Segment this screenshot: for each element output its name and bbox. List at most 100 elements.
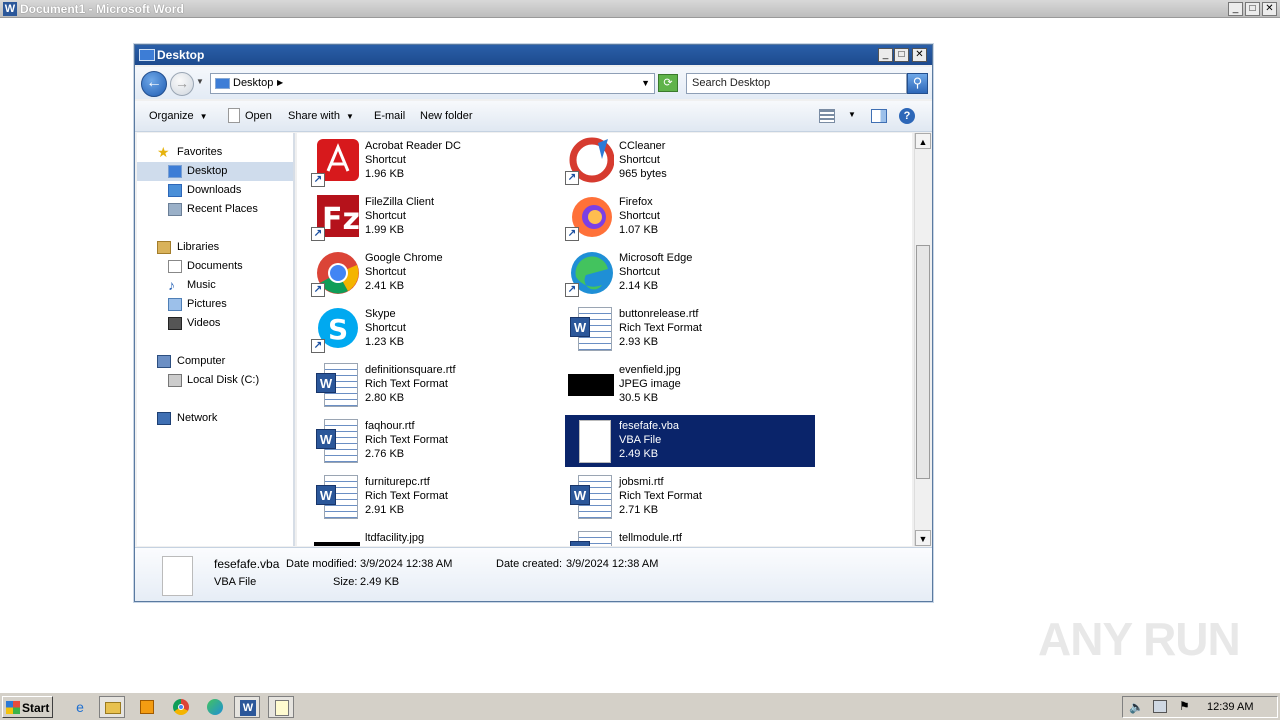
new-folder-button[interactable]: New folder <box>420 110 473 122</box>
file-item-filezilla-client[interactable]: Fz ↗ FileZilla Client Shortcut 1.99 KB <box>311 191 561 243</box>
nav-favorites[interactable]: ★ Favorites <box>137 143 293 162</box>
nav-desktop[interactable]: Desktop <box>137 162 293 181</box>
system-tray: 🔈 ⚑ 12:39 AM <box>1122 696 1278 718</box>
music-icon: ♪ <box>168 277 175 293</box>
nav-local-disk[interactable]: Local Disk (C:) <box>137 371 293 390</box>
start-button[interactable]: Start <box>2 696 53 718</box>
nav-label: Downloads <box>187 184 242 196</box>
recent-pages-dropdown-icon[interactable]: ▼ <box>196 77 204 86</box>
explorer-minimize-button[interactable]: _ <box>878 48 893 62</box>
desktop-icon <box>139 49 155 61</box>
chevron-down-icon: ▼ <box>199 112 208 121</box>
change-view-icon[interactable] <box>819 109 835 123</box>
forward-button[interactable]: → <box>170 72 194 96</box>
nav-computer[interactable]: Computer <box>137 352 293 371</box>
nav-pictures[interactable]: Pictures <box>137 295 293 314</box>
file-item-firefox[interactable]: ↗ Firefox Shortcut 1.07 KB <box>565 191 815 243</box>
recent-places-icon <box>168 203 182 216</box>
open-button[interactable]: Open <box>245 110 272 122</box>
desktop-icon <box>215 78 230 89</box>
explorer-maximize-button[interactable]: □ <box>894 48 909 62</box>
explorer-close-button[interactable]: ✕ <box>912 48 927 62</box>
scroll-down-arrow-icon[interactable]: ▼ <box>915 530 931 546</box>
file-size: 1.96 KB <box>365 168 405 180</box>
file-name: fesefafe.vba <box>619 420 679 432</box>
file-item-jobsmi-rtf[interactable]: W jobsmi.rtf Rich Text Format 2.71 KB <box>565 471 815 523</box>
address-breadcrumb[interactable]: Desktop <box>233 77 273 89</box>
nav-label: Libraries <box>177 241 220 253</box>
search-input[interactable]: Search Desktop <box>686 73 907 94</box>
scrollbar-thumb[interactable] <box>916 245 930 479</box>
file-name: definitionsquare.rtf <box>365 364 456 376</box>
word-minimize-button[interactable]: _ <box>1228 2 1243 16</box>
start-label: Start <box>22 701 50 715</box>
star-icon: ★ <box>157 144 170 160</box>
nav-label: Favorites <box>177 146 223 158</box>
file-item-acrobat-reader-dc[interactable]: ↗ Acrobat Reader DC Shortcut 1.96 KB <box>311 135 561 187</box>
refresh-button[interactable]: ⟳ <box>658 74 678 92</box>
word-document-icon: W <box>568 473 614 519</box>
search-icon[interactable]: ⚲ <box>907 73 928 94</box>
desktop-icon <box>168 165 182 178</box>
word-taskbar-icon[interactable]: W <box>234 696 260 718</box>
media-player-icon[interactable] <box>134 696 160 718</box>
nav-videos[interactable]: Videos <box>137 314 293 333</box>
organize-button[interactable]: Organize ▼ <box>149 110 208 122</box>
view-options-dropdown-icon[interactable]: ▼ <box>848 110 856 119</box>
address-dropdown-icon[interactable]: ▼ <box>641 78 650 88</box>
details-file-name: fesefafe.vba <box>214 557 280 571</box>
file-item-definitionsquare-rtf[interactable]: W definitionsquare.rtf Rich Text Format … <box>311 359 561 411</box>
explorer-folder-icon[interactable] <box>99 696 125 718</box>
file-size: 2.80 KB <box>365 392 405 404</box>
preview-pane-icon[interactable] <box>871 109 887 123</box>
help-icon[interactable]: ? <box>899 108 915 124</box>
open-icon <box>228 108 240 123</box>
nav-documents[interactable]: Documents <box>137 257 293 276</box>
nav-downloads[interactable]: Downloads <box>137 181 293 200</box>
file-item-fesefafe-vba[interactable]: fesefafe.vba VBA File 2.49 KB <box>565 415 815 467</box>
network-icon <box>157 412 171 425</box>
file-item-microsoft-edge[interactable]: ↗ Microsoft Edge Shortcut 2.14 KB <box>565 247 815 299</box>
notepad-taskbar-icon[interactable] <box>268 696 294 718</box>
clock[interactable]: 12:39 AM <box>1207 701 1253 713</box>
details-file-type: VBA File <box>214 576 257 588</box>
file-name: jobsmi.rtf <box>619 476 664 488</box>
file-item-tellmodule-rtf[interactable]: W tellmodule.rtf <box>565 527 815 546</box>
file-item-ccleaner[interactable]: ↗ CCleaner Shortcut 965 bytes <box>565 135 815 187</box>
volume-icon[interactable]: 🔈 <box>1129 700 1144 714</box>
chrome-taskbar-icon[interactable] <box>168 696 194 718</box>
word-close-button[interactable]: ✕ <box>1262 2 1277 16</box>
nav-libraries[interactable]: Libraries <box>137 238 293 257</box>
file-item-ltdfacility-jpg[interactable]: ltdfacility.jpg <box>311 527 561 546</box>
file-item-google-chrome[interactable]: ↗ Google Chrome Shortcut 2.41 KB <box>311 247 561 299</box>
email-button[interactable]: E-mail <box>374 110 405 122</box>
word-maximize-button[interactable]: □ <box>1245 2 1260 16</box>
internet-explorer-icon[interactable]: e <box>67 696 93 718</box>
explorer-title-bar[interactable]: Desktop _ □ ✕ <box>135 45 932 65</box>
file-item-skype[interactable]: S ↗ Skype Shortcut 1.23 KB <box>311 303 561 355</box>
file-type: Shortcut <box>619 210 660 222</box>
word-window-title: Document1 - Microsoft Word <box>20 2 184 16</box>
file-name: evenfield.jpg <box>619 364 681 376</box>
breadcrumb-chevron-icon[interactable]: ▶ <box>277 78 283 87</box>
file-item-evenfield-jpg[interactable]: evenfield.jpg JPEG image 30.5 KB <box>565 359 815 411</box>
nav-label: Desktop <box>187 165 228 177</box>
explorer-title: Desktop <box>157 48 205 62</box>
file-item-faqhour-rtf[interactable]: W faqhour.rtf Rich Text Format 2.76 KB <box>311 415 561 467</box>
edge-taskbar-icon[interactable] <box>202 696 228 718</box>
vertical-scrollbar[interactable]: ▲ ▼ <box>914 133 931 546</box>
scroll-up-arrow-icon[interactable]: ▲ <box>915 133 931 149</box>
back-button[interactable]: ← <box>141 71 167 97</box>
file-item-buttonrelease-rtf[interactable]: W buttonrelease.rtf Rich Text Format 2.9… <box>565 303 815 355</box>
network-tray-icon[interactable] <box>1153 700 1167 713</box>
file-size: 2.14 KB <box>619 280 659 292</box>
file-size: 2.91 KB <box>365 504 405 516</box>
address-bar[interactable]: Desktop ▶ ▼ <box>210 73 655 94</box>
nav-label: Computer <box>177 355 226 367</box>
nav-music[interactable]: ♪ Music <box>137 276 293 295</box>
action-center-flag-icon[interactable]: ⚑ <box>1179 699 1190 713</box>
nav-network[interactable]: Network <box>137 409 293 428</box>
nav-recent-places[interactable]: Recent Places <box>137 200 293 219</box>
file-item-furniturepc-rtf[interactable]: W furniturepc.rtf Rich Text Format 2.91 … <box>311 471 561 523</box>
share-with-button[interactable]: Share with ▼ <box>288 110 354 122</box>
